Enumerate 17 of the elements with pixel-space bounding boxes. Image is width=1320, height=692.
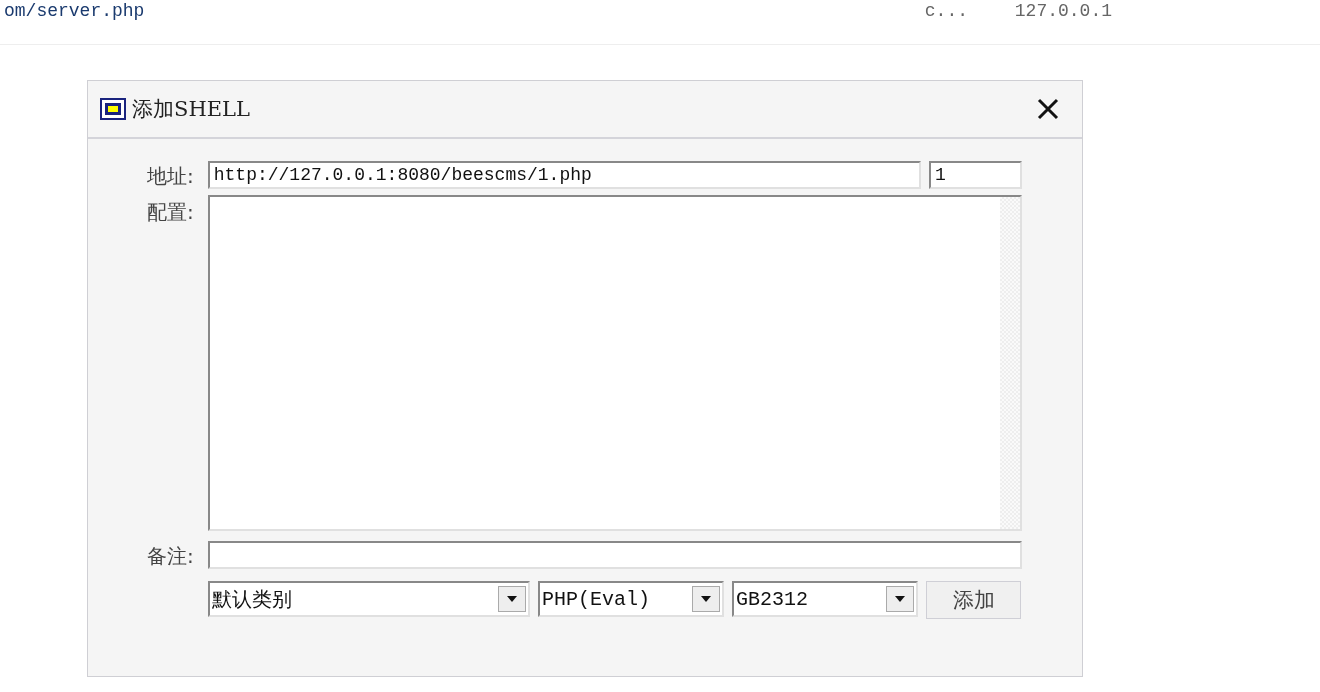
note-field[interactable] bbox=[207, 541, 1022, 569]
password-field[interactable]: 1 bbox=[929, 161, 1022, 189]
dropdown[interactable]: PHP(Eval) bbox=[538, 581, 724, 617]
ip-text: 127.0.0.1 bbox=[1014, 0, 1112, 21]
scrollbar[interactable] bbox=[1000, 197, 1020, 529]
url-text: om/server.php bbox=[4, 0, 145, 21]
dialog-title: 添加SHELL bbox=[132, 96, 250, 123]
add-button[interactable]: 添加 bbox=[926, 581, 1021, 619]
field-label: 地址: bbox=[146, 163, 194, 190]
dropdown[interactable]: GB2312 bbox=[732, 581, 918, 617]
field-label: 备注: bbox=[146, 543, 194, 570]
close-icon[interactable] bbox=[1036, 97, 1060, 121]
field-label: 配置: bbox=[146, 199, 194, 226]
truncated-cell-text: c... bbox=[924, 0, 969, 21]
window-icon bbox=[100, 98, 126, 120]
address-field[interactable]: http://127.0.0.1:8080/beescms/1.php bbox=[207, 161, 921, 189]
dropdown[interactable]: 默认类别 bbox=[208, 581, 530, 617]
